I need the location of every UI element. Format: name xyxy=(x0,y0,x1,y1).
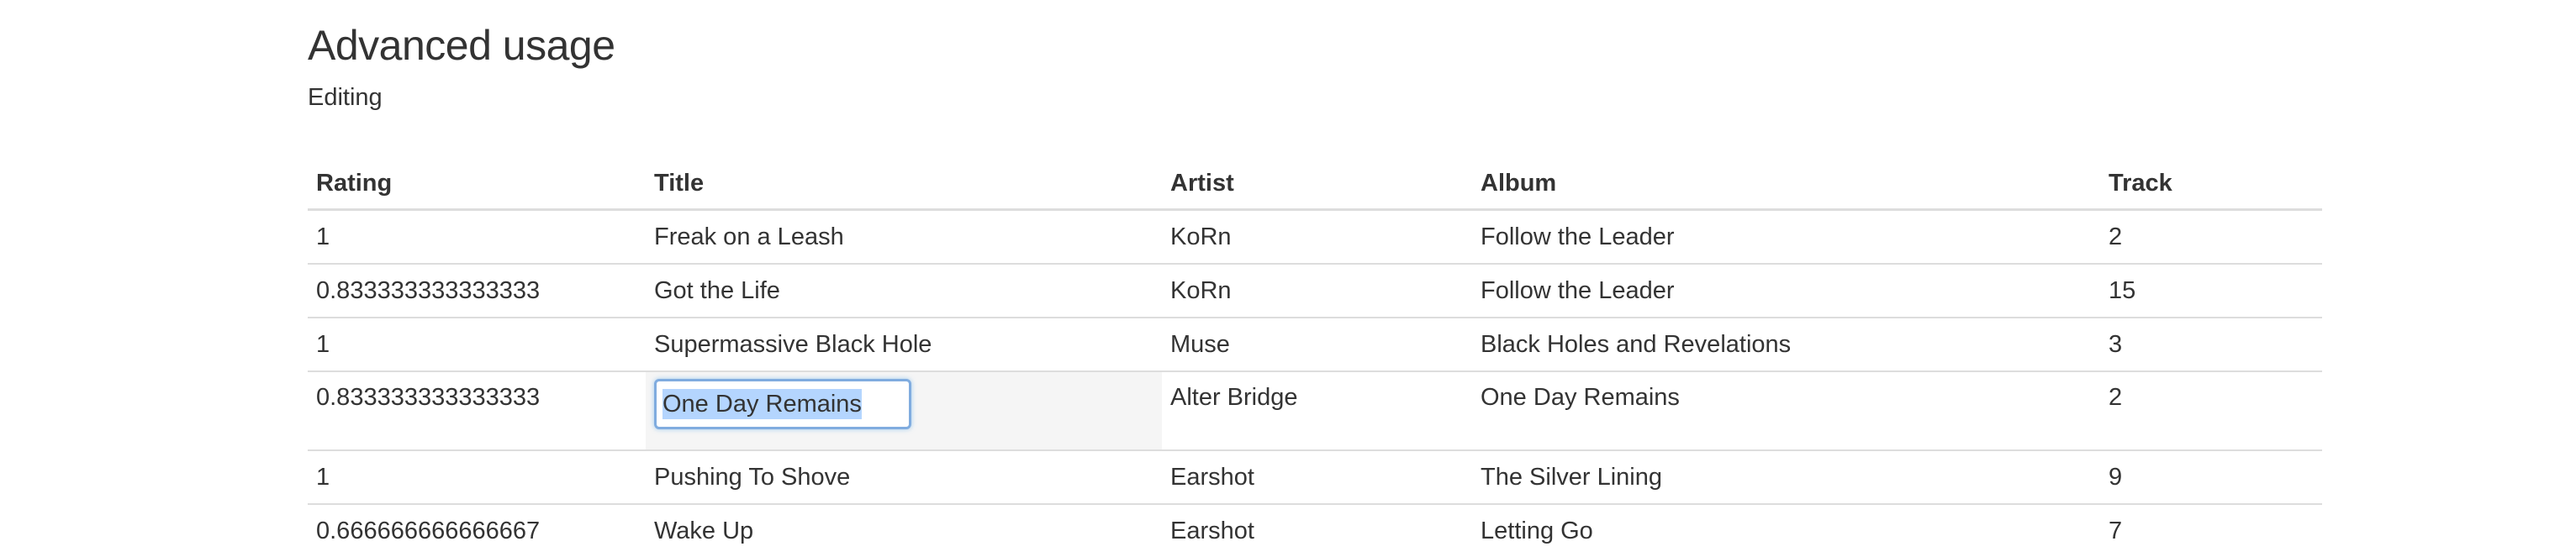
track-cell[interactable]: 7 xyxy=(2100,503,2322,557)
section-subtitle: Editing xyxy=(308,84,383,111)
songs-table: Rating Title Artist Album Track 1 Freak … xyxy=(308,158,2322,557)
table-row: 0.833333333333333 Got the Life KoRn Foll… xyxy=(308,263,2322,318)
title-cell[interactable]: Got the Life xyxy=(646,263,1162,318)
rating-cell[interactable]: 0.833333333333333 xyxy=(308,263,646,318)
title-cell[interactable]: Pushing To Shove xyxy=(646,449,1162,504)
artist-cell[interactable]: KoRn xyxy=(1162,263,1472,318)
rating-cell[interactable]: 1 xyxy=(308,208,646,264)
title-cell[interactable]: Freak on a Leash xyxy=(646,208,1162,264)
rating-cell[interactable]: 0.666666666666667 xyxy=(308,503,646,557)
artist-cell[interactable]: Alter Bridge xyxy=(1162,370,1472,450)
column-header-track[interactable]: Track xyxy=(2100,158,2322,211)
table-row-editing: 0.833333333333333 One Day Remains Alter … xyxy=(308,370,2322,450)
rating-cell[interactable]: 0.833333333333333 xyxy=(308,370,646,450)
artist-cell[interactable]: Earshot xyxy=(1162,449,1472,504)
title-cell[interactable]: Supermassive Black Hole xyxy=(646,317,1162,371)
album-cell[interactable]: Letting Go xyxy=(1472,503,2100,557)
album-cell[interactable]: Follow the Leader xyxy=(1472,208,2100,264)
column-header-title[interactable]: Title xyxy=(646,158,1162,211)
title-edit-input[interactable]: One Day Remains xyxy=(654,379,911,429)
title-cell-editing[interactable]: One Day Remains xyxy=(646,370,1162,450)
column-header-rating[interactable]: Rating xyxy=(308,158,646,211)
selected-text: One Day Remains xyxy=(662,389,862,419)
artist-cell[interactable]: KoRn xyxy=(1162,208,1472,264)
table-row: 1 Pushing To Shove Earshot The Silver Li… xyxy=(308,449,2322,504)
table-header-row: Rating Title Artist Album Track xyxy=(308,158,2322,211)
title-cell[interactable]: Wake Up xyxy=(646,503,1162,557)
artist-cell[interactable]: Earshot xyxy=(1162,503,1472,557)
column-header-album[interactable]: Album xyxy=(1472,158,2100,211)
track-cell[interactable]: 3 xyxy=(2100,317,2322,371)
track-cell[interactable]: 2 xyxy=(2100,370,2322,450)
table-row: 1 Freak on a Leash KoRn Follow the Leade… xyxy=(308,208,2322,264)
column-header-artist[interactable]: Artist xyxy=(1162,158,1472,211)
rating-cell[interactable]: 1 xyxy=(308,449,646,504)
album-cell[interactable]: Follow the Leader xyxy=(1472,263,2100,318)
track-cell[interactable]: 9 xyxy=(2100,449,2322,504)
artist-cell[interactable]: Muse xyxy=(1162,317,1472,371)
table-row: 1 Supermassive Black Hole Muse Black Hol… xyxy=(308,317,2322,371)
track-cell[interactable]: 15 xyxy=(2100,263,2322,318)
album-cell[interactable]: The Silver Lining xyxy=(1472,449,2100,504)
album-cell[interactable]: One Day Remains xyxy=(1472,370,2100,450)
rating-cell[interactable]: 1 xyxy=(308,317,646,371)
table-row: 0.666666666666667 Wake Up Earshot Lettin… xyxy=(308,503,2322,557)
page-title: Advanced usage xyxy=(308,22,615,69)
track-cell[interactable]: 2 xyxy=(2100,208,2322,264)
album-cell[interactable]: Black Holes and Revelations xyxy=(1472,317,2100,371)
